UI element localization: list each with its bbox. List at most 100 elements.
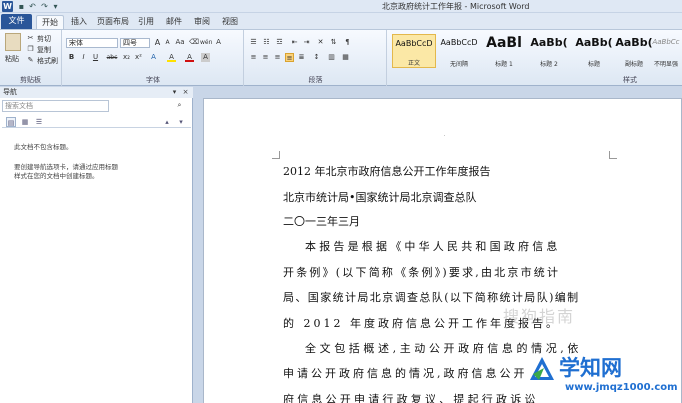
format-painter-button[interactable]: 格式刷 <box>37 56 58 66</box>
cut-button[interactable]: 剪切 <box>37 34 51 44</box>
style-normal[interactable]: AaBbCcD 正文 <box>392 34 436 68</box>
style-name: 不明显强 <box>653 61 678 68</box>
style-subtle-emphasis[interactable]: AaBbCc 不明显强 <box>650 34 682 68</box>
previous-heading-icon[interactable]: ▴ <box>162 117 172 127</box>
title-bar: W ▪ ↶ ↷ ▾ 北京政府统计工作年报 - Microsoft Word <box>0 0 682 13</box>
underline-icon[interactable]: U <box>91 53 100 62</box>
change-case-icon[interactable]: Aa <box>174 38 186 47</box>
style-title[interactable]: AaBb( 标题 <box>572 34 616 68</box>
numbering-icon[interactable]: ☷ <box>262 38 271 47</box>
clipboard-group: 粘贴 ✂ 剪切 ❐ 复制 ✎ 格式刷 剪贴板 <box>0 30 62 86</box>
increase-indent-icon[interactable]: ⇥ <box>302 38 311 47</box>
format-painter-icon[interactable]: ✎ <box>26 56 35 65</box>
no-headings-message: 此文档不包含标题。 <box>14 143 73 151</box>
tab-file[interactable]: 文件 <box>1 14 32 29</box>
shrink-font-icon[interactable]: A <box>163 38 172 47</box>
superscript-icon[interactable]: x² <box>134 53 143 62</box>
doc-paragraph-line: 申请公开政府信息的情况,政府信息公开 <box>283 367 528 380</box>
grow-font-icon[interactable]: A <box>153 38 162 47</box>
doc-author-line: 北京市统计局•国家统计局北京调查总队 <box>283 191 477 204</box>
style-name: 正文 <box>407 60 420 67</box>
doc-title-line: 2012 年北京市政府信息公开工作年度报告 <box>283 165 491 178</box>
tab-references[interactable]: 引用 <box>134 15 158 29</box>
undo-icon[interactable]: ↶ <box>28 2 37 11</box>
tab-review[interactable]: 审阅 <box>190 15 214 29</box>
tab-home[interactable]: 开始 <box>36 15 64 29</box>
paste-button[interactable]: 粘贴 <box>5 54 19 64</box>
doc-paragraph-line: 府信息公开申请行政复议、提起行政诉讼 <box>283 393 539 403</box>
clear-format-icon[interactable]: ⌫ <box>189 38 199 47</box>
subscript-icon[interactable]: x₂ <box>122 53 131 62</box>
nav-pane-menu-icon[interactable]: ▾ <box>170 88 179 97</box>
paragraph-shading-icon[interactable]: ▥ <box>327 53 336 62</box>
margin-corner-mark <box>609 151 617 159</box>
bullets-icon[interactable]: ☰ <box>249 38 258 47</box>
text-effects-icon[interactable]: A <box>149 53 158 62</box>
search-document-input[interactable]: 搜索文档 <box>2 100 109 112</box>
style-sample: AaBbCc <box>652 38 680 46</box>
clipboard-label: 剪贴板 <box>20 76 41 84</box>
style-name: 标题 1 <box>495 61 513 68</box>
char-border-icon[interactable]: A <box>214 38 223 47</box>
word-app-icon[interactable]: W <box>2 1 13 12</box>
site-name: 学知网 <box>559 356 622 380</box>
pages-tab-icon[interactable]: ▦ <box>20 117 30 127</box>
align-left-icon[interactable]: ≡ <box>249 53 258 62</box>
font-color-icon[interactable]: A <box>185 53 194 62</box>
style-sample: AaBb( <box>575 36 613 49</box>
strikethrough-icon[interactable]: abc <box>105 53 119 62</box>
italic-icon[interactable]: I <box>79 53 88 62</box>
align-right-icon[interactable]: ≡ <box>273 53 282 62</box>
borders-icon[interactable]: ▦ <box>341 53 350 62</box>
margin-corner-mark <box>272 151 280 159</box>
style-heading-2[interactable]: AaBb( 标题 2 <box>527 34 571 68</box>
style-name: 标题 <box>587 61 600 68</box>
chinese-layout-icon[interactable]: ✕ <box>316 38 325 47</box>
font-group: 宋体 四号 A A Aa ⌫ wén A B I U abc x₂ x² A A… <box>63 30 244 86</box>
font-name-select[interactable]: 宋体 <box>66 38 118 48</box>
create-headings-hint: 要创建导航选项卡，请通过应用标题样式在您的文档中创建标题。 <box>14 163 118 180</box>
line-spacing-icon[interactable]: ↕ <box>312 53 321 62</box>
style-sample: AaBbCcD <box>440 38 478 47</box>
style-no-spacing[interactable]: AaBbCcD 无间隔 <box>437 34 481 68</box>
next-heading-icon[interactable]: ▾ <box>176 117 186 127</box>
phonetic-icon[interactable]: wén <box>200 38 212 47</box>
style-name: 无间隔 <box>449 61 468 68</box>
paste-icon[interactable] <box>5 33 21 51</box>
highlight-icon[interactable]: A <box>167 53 176 62</box>
tab-page-layout[interactable]: 页面布局 <box>94 15 132 29</box>
align-center-icon[interactable]: ≡ <box>261 53 270 62</box>
nav-pane-title: 导航 <box>0 87 193 98</box>
tab-mailings[interactable]: 邮件 <box>162 15 186 29</box>
bold-icon[interactable]: B <box>67 53 76 62</box>
results-tab-icon[interactable]: ☰ <box>34 117 44 127</box>
copy-icon[interactable]: ❐ <box>26 45 35 54</box>
tab-insert[interactable]: 插入 <box>66 15 92 29</box>
shading-icon[interactable]: A <box>201 53 210 62</box>
style-heading-1[interactable]: AaBl 标题 1 <box>482 34 526 68</box>
paragraph-group: ☰ ☷ ☲ ⇤ ⇥ ✕ ⇅ ¶ ≡ ≡ ≡ ≡ ≣ ↕ ▥ ▦ 段落 <box>245 30 387 86</box>
multilevel-list-icon[interactable]: ☲ <box>275 38 284 47</box>
redo-icon[interactable]: ↷ <box>40 2 49 11</box>
ribbon: 粘贴 ✂ 剪切 ❐ 复制 ✎ 格式刷 剪贴板 宋体 四号 A A Aa ⌫ wé… <box>0 29 682 86</box>
cut-icon[interactable]: ✂ <box>26 34 35 43</box>
customize-qat-icon[interactable]: ▾ <box>51 2 60 11</box>
distributed-icon[interactable]: ≣ <box>297 53 306 62</box>
font-size-select[interactable]: 四号 <box>120 38 150 48</box>
search-icon[interactable]: ⌕ <box>175 101 184 110</box>
show-marks-icon[interactable]: ¶ <box>343 38 352 47</box>
ribbon-tabs: 文件 开始 插入 页面布局 引用 邮件 审阅 视图 <box>0 13 682 29</box>
save-icon[interactable]: ▪ <box>17 2 26 11</box>
justify-icon[interactable]: ≡ <box>285 53 294 62</box>
style-name: 标题 2 <box>540 61 558 68</box>
decrease-indent-icon[interactable]: ⇤ <box>290 38 299 47</box>
headings-tab-icon[interactable]: ▤ <box>6 117 16 127</box>
style-sample: AaBl <box>486 35 522 51</box>
nav-pane-tabs: ▤ ▦ ☰ ▴ ▾ <box>2 117 191 128</box>
cursor-mark: · <box>443 132 446 140</box>
font-label: 字体 <box>146 76 160 84</box>
copy-button[interactable]: 复制 <box>37 45 51 55</box>
sort-icon[interactable]: ⇅ <box>329 38 338 47</box>
tab-view[interactable]: 视图 <box>218 15 242 29</box>
nav-pane-close-icon[interactable]: × <box>181 88 190 97</box>
